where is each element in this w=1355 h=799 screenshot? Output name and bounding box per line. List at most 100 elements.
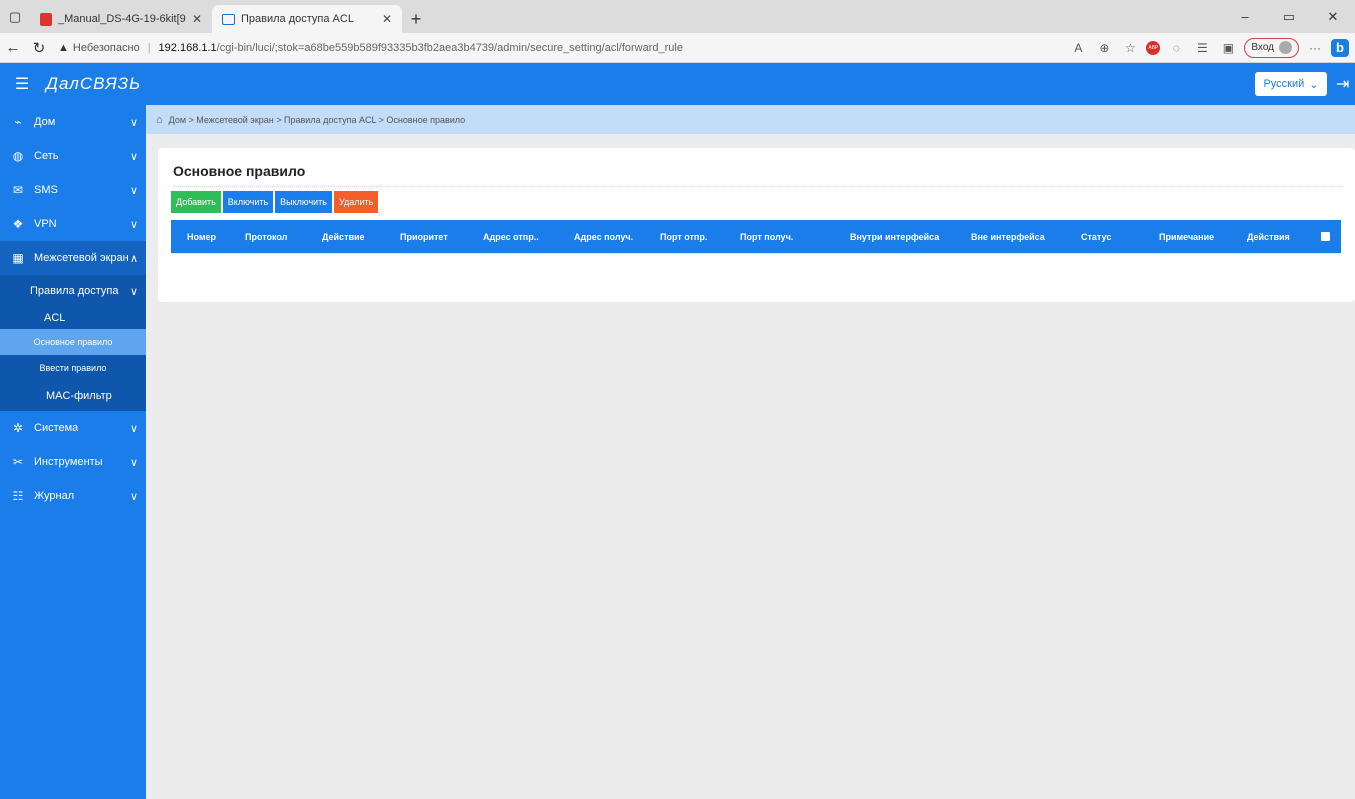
sidebar-item-system[interactable]: ✲ Система ∨ bbox=[0, 411, 146, 445]
log-icon: ☷ bbox=[12, 489, 24, 503]
url-separator: | bbox=[147, 41, 151, 54]
browser-tab-manual[interactable]: _Manual_DS-4G-19-6kit[90x128 ✕ bbox=[30, 5, 212, 33]
chevron-down-icon: ∨ bbox=[129, 150, 138, 163]
restore-icon[interactable]: ▭ bbox=[1267, 9, 1311, 25]
close-window-icon[interactable]: ✕ bbox=[1311, 9, 1355, 25]
chevron-down-icon: ∨ bbox=[129, 456, 138, 469]
column-header: Порт отпр. bbox=[660, 231, 708, 242]
close-tab-icon[interactable]: ✕ bbox=[192, 12, 202, 26]
sidebar-item-label: Инструменты bbox=[34, 456, 103, 468]
chevron-down-icon: ∨ bbox=[129, 422, 138, 435]
firewall-icon: ▦ bbox=[12, 251, 24, 265]
chevron-down-icon: ∨ bbox=[129, 184, 138, 197]
favorites-icon[interactable]: ☰ bbox=[1192, 41, 1212, 55]
new-tab-button[interactable]: + bbox=[402, 5, 430, 33]
column-header: Номер bbox=[187, 231, 217, 242]
column-header: Внутри интерфейса bbox=[850, 231, 940, 242]
select-all-checkbox[interactable] bbox=[1321, 220, 1330, 253]
sidebar-item-label: Межсетевой экран bbox=[34, 252, 129, 264]
column-header: Примечание bbox=[1159, 231, 1215, 242]
breadcrumb: ⌂ Дом > Межсетевой экран > Правила досту… bbox=[146, 105, 1355, 134]
tab-title: Правила доступа ACL bbox=[241, 13, 354, 25]
url-field[interactable]: ▲ Небезопасно | 192.168.1.1 /cgi-bin/luc… bbox=[58, 42, 1068, 54]
chevron-down-icon: ⌄ bbox=[1309, 78, 1319, 91]
read-aloud-icon[interactable]: A bbox=[1068, 41, 1088, 55]
browser-tab-strip: ▢ _Manual_DS-4G-19-6kit[90x128 ✕ Правила… bbox=[0, 0, 1355, 33]
close-tab-icon[interactable]: ✕ bbox=[382, 12, 392, 26]
add-button[interactable]: Добавить bbox=[171, 191, 221, 213]
adblock-icon[interactable]: ABP bbox=[1146, 40, 1161, 55]
collections-icon[interactable]: ▣ bbox=[1218, 41, 1238, 55]
home-icon[interactable]: ⌂ bbox=[156, 114, 163, 126]
delete-button[interactable]: Удалить bbox=[334, 191, 379, 213]
sidebar: ⌁ Дом ∨ ◍ Сеть ∨ ✉ SMS ∨ ❖ VPN ∨ ▦ Межсе… bbox=[0, 105, 146, 799]
insecure-label: Небезопасно bbox=[72, 41, 140, 54]
page-title: Основное правило bbox=[173, 163, 306, 179]
browser-toolbar: A ⊕ ☆ ABP ◌ ☰ ▣ Вход ··· b bbox=[1068, 37, 1355, 58]
sidebar-item-acl[interactable]: ACL bbox=[0, 307, 146, 329]
bing-icon[interactable]: b bbox=[1331, 38, 1349, 57]
sidebar-item-access-rules[interactable]: Правила доступа ∨ bbox=[0, 275, 146, 307]
gear-icon: ✲ bbox=[12, 421, 24, 435]
sidebar-item-label: Журнал bbox=[34, 490, 75, 502]
tab-title: _Manual_DS-4G-19-6kit[90x128 bbox=[58, 13, 186, 25]
globe-icon: ◍ bbox=[12, 149, 24, 163]
sidebar-item-label: Основное правило bbox=[33, 337, 113, 347]
sidebar-item-label: MAC-фильтр bbox=[46, 390, 112, 402]
profile-login-button[interactable]: Вход bbox=[1244, 37, 1299, 58]
url-host: 192.168.1.1 bbox=[158, 41, 217, 54]
chevron-down-icon: ∨ bbox=[129, 218, 138, 231]
language-select[interactable]: Русский ⌄ bbox=[1255, 72, 1327, 96]
more-icon[interactable]: ··· bbox=[1305, 41, 1325, 55]
logout-icon[interactable]: ⇥ bbox=[1336, 74, 1349, 94]
sidebar-item-firewall[interactable]: ▦ Межсетевой экран ∧ bbox=[0, 241, 146, 275]
language-label: Русский bbox=[1263, 78, 1305, 90]
rules-table-header: Номер Протокол Действие Приоритет Адрес … bbox=[171, 220, 1341, 253]
login-label: Вход bbox=[1251, 42, 1274, 53]
sidebar-item-label: ACL bbox=[44, 312, 66, 324]
sidebar-item-network[interactable]: ◍ Сеть ∨ bbox=[0, 139, 146, 173]
rules-panel: Основное правило Добавить Включить Выклю… bbox=[158, 148, 1355, 302]
favorite-star-icon[interactable]: ☆ bbox=[1120, 41, 1140, 55]
menu-toggle-icon[interactable]: ☰ bbox=[4, 74, 40, 94]
chevron-down-icon: ∨ bbox=[129, 285, 138, 298]
sidebar-item-tools[interactable]: ✂ Инструменты ∨ bbox=[0, 445, 146, 479]
sidebar-item-label: VPN bbox=[34, 218, 57, 230]
mail-icon: ✉ bbox=[12, 183, 24, 197]
sidebar-item-basic-rule[interactable]: Основное правило bbox=[0, 329, 146, 355]
sidebar-item-log[interactable]: ☷ Журнал ∨ bbox=[0, 479, 146, 513]
tab-actions-icon[interactable]: ▢ bbox=[0, 0, 30, 33]
column-header: Действия bbox=[1247, 231, 1290, 242]
sidebar-item-home[interactable]: ⌁ Дом ∨ bbox=[0, 105, 146, 139]
enable-button[interactable]: Включить bbox=[222, 191, 274, 213]
url-path: /cgi-bin/luci/;stok=a68be559b589f93335b3… bbox=[216, 41, 683, 54]
sidebar-item-mac-filter[interactable]: MAC-фильтр bbox=[0, 381, 146, 411]
action-buttons: Добавить Включить Выключить Удалить bbox=[171, 191, 379, 213]
column-header: Действие bbox=[322, 231, 365, 242]
sidebar-item-label: SMS bbox=[34, 184, 58, 196]
back-icon[interactable]: ← bbox=[0, 39, 26, 56]
sidebar-item-label: Дом bbox=[34, 116, 56, 128]
column-header: Адрес получ. bbox=[574, 231, 634, 242]
avatar bbox=[1279, 41, 1292, 54]
brand-logo: ДалСВЯЗЬ bbox=[46, 74, 142, 93]
sidebar-item-enter-rule[interactable]: Ввести правило bbox=[0, 355, 146, 381]
minimize-icon[interactable]: – bbox=[1223, 9, 1267, 24]
disable-button[interactable]: Выключить bbox=[275, 191, 332, 213]
sidebar-item-label: Сеть bbox=[34, 150, 59, 162]
table-empty-row bbox=[171, 253, 1341, 254]
sidebar-item-vpn[interactable]: ❖ VPN ∨ bbox=[0, 207, 146, 241]
column-header: Приоритет bbox=[400, 231, 448, 242]
browser-tab-acl[interactable]: Правила доступа ACL ✕ bbox=[212, 5, 402, 33]
column-header: Статус bbox=[1081, 231, 1112, 242]
reload-icon[interactable]: ↻ bbox=[26, 39, 52, 57]
chevron-up-icon: ∧ bbox=[129, 252, 138, 265]
address-bar-row: ← ↻ ▲ Небезопасно | 192.168.1.1 /cgi-bin… bbox=[0, 33, 1355, 63]
window-controls: – ▭ ✕ bbox=[1223, 0, 1355, 33]
breadcrumb-text: Дом > Межсетевой экран > Правила доступа… bbox=[168, 114, 466, 125]
sidebar-item-sms[interactable]: ✉ SMS ∨ bbox=[0, 173, 146, 207]
sidebar-item-label: Ввести правило bbox=[39, 363, 107, 373]
extension-icon[interactable]: ◌ bbox=[1166, 41, 1186, 55]
zoom-icon[interactable]: ⊕ bbox=[1094, 41, 1114, 55]
column-header: Вне интерфейса bbox=[971, 231, 1045, 242]
